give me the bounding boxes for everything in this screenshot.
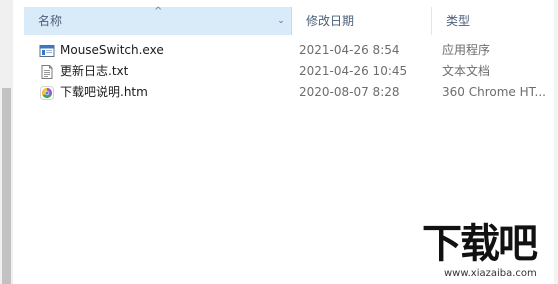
file-name: 更新日志.txt bbox=[60, 64, 129, 78]
watermark-logo-text: 下载吧 bbox=[422, 221, 538, 267]
file-date: 2020-08-07 8:28 bbox=[299, 85, 400, 99]
column-header-name[interactable]: ^ 名称 ⌄ bbox=[24, 7, 292, 35]
column-header-type-label: 类型 bbox=[446, 14, 471, 28]
file-row-changelog[interactable]: 更新日志.txt 2021-04-26 10:45 文本文档 bbox=[24, 61, 558, 82]
file-date: 2021-04-26 8:54 bbox=[299, 43, 400, 57]
sort-ascending-icon: ^ bbox=[154, 6, 163, 17]
chrome-html-icon bbox=[40, 86, 54, 100]
exe-window-icon bbox=[39, 45, 55, 57]
file-type: 文本文档 bbox=[442, 64, 491, 78]
watermark-url: www.xiazaiba.com bbox=[444, 268, 537, 279]
navigation-pane-edge bbox=[0, 0, 13, 284]
file-row-mouseswitch[interactable]: MouseSwitch.exe 2021-04-26 8:54 应用程序 bbox=[24, 40, 558, 61]
file-type: 360 Chrome HT... bbox=[442, 85, 546, 99]
navigation-scrollbar[interactable] bbox=[0, 0, 13, 284]
column-header-bar: ^ 名称 ⌄ 修改日期 类型 bbox=[24, 0, 558, 40]
file-list: MouseSwitch.exe 2021-04-26 8:54 应用程序 更新日… bbox=[24, 40, 558, 103]
navigation-scrollbar-thumb[interactable] bbox=[2, 88, 11, 284]
file-date: 2021-04-26 10:45 bbox=[299, 64, 408, 78]
file-name: MouseSwitch.exe bbox=[60, 43, 164, 57]
chevron-down-icon[interactable]: ⌄ bbox=[275, 7, 287, 35]
site-watermark-logo: 下载吧 www.xiazaiba.com bbox=[422, 222, 556, 284]
file-name: 下载吧说明.htm bbox=[60, 85, 148, 99]
column-header-name-label: 名称 bbox=[38, 14, 63, 28]
file-row-readme[interactable]: 下载吧说明.htm 2020-08-07 8:28 360 Chrome HT.… bbox=[24, 82, 558, 103]
file-type: 应用程序 bbox=[442, 43, 491, 57]
column-header-date[interactable]: 修改日期 bbox=[292, 7, 432, 35]
column-header-date-label: 修改日期 bbox=[306, 14, 355, 28]
text-document-icon bbox=[41, 65, 53, 79]
column-header-type[interactable]: 类型 bbox=[432, 7, 558, 35]
